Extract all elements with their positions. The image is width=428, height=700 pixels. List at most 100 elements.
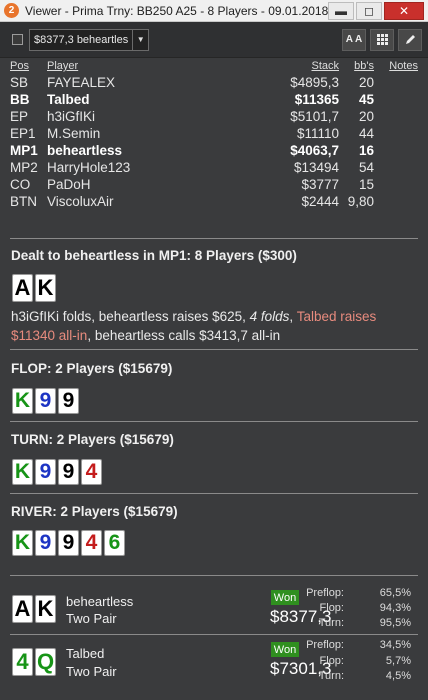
divider	[10, 634, 418, 635]
playing-card: 9	[58, 530, 79, 556]
player-name: FAYEALEX	[47, 75, 116, 90]
player-name: PaDoH	[47, 177, 91, 192]
stat-value: 94,3%	[379, 602, 411, 614]
grid-icon	[376, 34, 388, 45]
player-bbs: 20	[358, 109, 374, 124]
player-position: BB	[10, 92, 30, 107]
action-text: h3iGfIKi folds, beheartless raises $625,	[11, 309, 250, 324]
playing-card: 4	[81, 459, 102, 485]
player-row[interactable]: BB Talbed $11365 45	[10, 91, 420, 108]
header-bbs[interactable]: bb's	[354, 60, 374, 72]
player-table: Pos Player Stack bb's Notes SB FAYEALEX $4…	[10, 60, 420, 210]
player-position: SB	[10, 75, 29, 90]
minimize-button[interactable]: ▬	[328, 1, 354, 20]
player-row[interactable]: SB FAYEALEX $4895,3 20	[10, 74, 420, 91]
playing-card: 9	[58, 459, 79, 485]
divider	[10, 493, 418, 494]
playing-card: 6	[104, 530, 125, 556]
player-name: Talbed	[47, 92, 90, 107]
close-button[interactable]: ✕	[384, 1, 424, 20]
stat-value: 4,5%	[385, 670, 411, 682]
won-badge: Won	[271, 642, 299, 657]
player-name: ViscoluxAir	[47, 194, 114, 209]
divider	[10, 575, 418, 576]
playing-card: K	[12, 459, 33, 485]
player-stack: $2444	[301, 194, 339, 209]
turn-title: TURN: 2 Players ($15679)	[11, 432, 174, 447]
player-bbs: 54	[358, 160, 374, 175]
stat-label: Flop:	[319, 602, 344, 614]
player-bbs: 16	[358, 143, 374, 158]
turn-cards: K994	[12, 459, 102, 485]
player-row[interactable]: EP h3iGfIKi $5101,7 20	[10, 108, 420, 125]
header-stack[interactable]: Stack	[311, 60, 339, 72]
playing-card: A	[12, 595, 33, 623]
playing-card: 9	[35, 459, 56, 485]
result-player-name: Talbed	[66, 646, 105, 661]
hand-select-dropdown[interactable]: $8377,3 beheartles ▼	[29, 28, 150, 51]
action-folds: 4 folds	[249, 309, 290, 324]
flop-cards: K99	[12, 388, 79, 414]
divider	[10, 349, 418, 350]
playing-card: 4	[12, 648, 33, 676]
playing-card: K	[12, 388, 33, 414]
player-name: M.Semin	[47, 126, 101, 141]
divider	[10, 238, 418, 239]
header-notes[interactable]: Notes	[389, 60, 418, 72]
window-title: Viewer - Prima Trny: BB250 A25 - 8 Playe…	[25, 3, 328, 18]
result-cards: 4Q	[12, 648, 56, 676]
stat-value: 65,5%	[379, 587, 411, 599]
player-row[interactable]: BTN ViscoluxAir $2444 9,80	[10, 193, 420, 210]
player-row[interactable]: MP2 HarryHole123 $13494 54	[10, 159, 420, 176]
player-stack: $11110	[296, 126, 339, 141]
playing-card: 9	[35, 388, 56, 414]
font-size-button[interactable]: A A	[342, 28, 366, 51]
grid-button[interactable]	[370, 28, 394, 51]
playing-card: K	[12, 530, 33, 556]
player-stack: $11365	[294, 92, 339, 107]
player-row[interactable]: CO PaDoH $3777 15	[10, 176, 420, 193]
player-position: CO	[10, 177, 31, 192]
preflop-title: Dealt to beheartless in MP1: 8 Players (…	[11, 248, 297, 263]
divider	[10, 421, 418, 422]
playing-card: K	[35, 274, 56, 302]
stat-value: 95,5%	[379, 617, 411, 629]
player-row[interactable]: EP1 M.Semin $11110 44	[10, 125, 420, 142]
player-bbs: 9,80	[347, 194, 374, 209]
player-stack: $4063,7	[290, 143, 339, 158]
playing-card: 9	[58, 388, 79, 414]
won-badge: Won	[271, 590, 299, 605]
player-position: BTN	[10, 194, 37, 209]
player-table-header: Pos Player Stack bb's Notes	[10, 60, 420, 74]
maximize-button[interactable]: ◻	[356, 1, 382, 20]
player-name: beheartless	[47, 143, 123, 158]
player-stack: $3777	[301, 177, 339, 192]
player-position: MP1	[10, 143, 38, 158]
stat-label: Turn:	[318, 617, 344, 629]
hole-cards: AK	[12, 274, 56, 302]
stat-label: Flop:	[319, 655, 344, 667]
edit-button[interactable]	[398, 28, 422, 51]
player-position: EP1	[10, 126, 36, 141]
playing-card: 9	[35, 530, 56, 556]
player-name: h3iGfIKi	[47, 109, 96, 124]
pencil-icon	[405, 35, 415, 44]
hand-select-value: $8377,3 beheartles	[34, 33, 129, 46]
player-stack: $4895,3	[290, 75, 339, 90]
chevron-down-icon[interactable]: ▼	[132, 29, 148, 50]
playing-card: K	[35, 595, 56, 623]
player-stack: $5101,7	[290, 109, 339, 124]
toolbar: $8377,3 beheartles ▼ A A	[0, 22, 428, 58]
result-hand-rank: Two Pair	[66, 611, 117, 626]
header-pos[interactable]: Pos	[10, 60, 29, 72]
player-name: HarryHole123	[47, 160, 131, 175]
player-position: EP	[10, 109, 29, 124]
stat-value: 34,5%	[379, 639, 411, 651]
header-player[interactable]: Player	[47, 60, 78, 72]
stat-label: Preflop:	[306, 639, 344, 651]
player-row[interactable]: MP1 beheartless $4063,7 16	[10, 142, 420, 159]
action-separator: ,	[289, 309, 297, 324]
select-checkbox[interactable]	[12, 34, 23, 45]
playing-card: A	[12, 274, 33, 302]
player-bbs: 20	[358, 75, 374, 90]
